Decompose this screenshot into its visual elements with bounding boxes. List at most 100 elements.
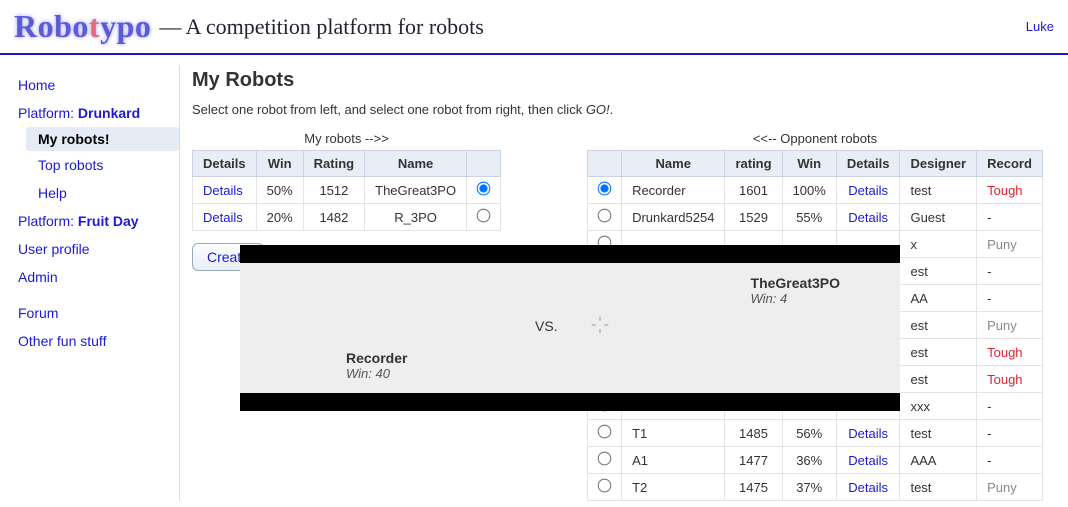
designer-cell: est: [900, 258, 977, 285]
overlay-bottom-bar: [240, 393, 900, 411]
sidebar-user-profile[interactable]: User profile: [18, 235, 179, 263]
sidebar-platform-fruitday[interactable]: Platform: Fruit Day: [18, 207, 179, 235]
overlay-right-win: Win: 4: [751, 291, 840, 306]
opponent-robots-caption: <<-- Opponent robots: [587, 131, 1043, 146]
designer-cell: Guest: [900, 204, 977, 231]
record-cell: -: [977, 258, 1043, 285]
name-cell: Recorder: [622, 177, 725, 204]
win-cell: 36%: [782, 447, 836, 474]
sidebar-my-robots[interactable]: My robots!: [26, 127, 179, 151]
instruction-text: Select one robot from left, and select o…: [192, 102, 586, 117]
col-win: Win: [256, 151, 303, 177]
table-row: T2147537%DetailstestPuny: [588, 474, 1043, 501]
details-link[interactable]: Details: [848, 426, 888, 441]
win-cell: 50%: [256, 177, 303, 204]
record-cell: Tough: [977, 177, 1043, 204]
designer-cell: AAA: [900, 447, 977, 474]
name-cell: R_3PO: [365, 204, 467, 231]
my-robot-radio[interactable]: [477, 182, 491, 196]
sidebar-home[interactable]: Home: [18, 71, 179, 99]
platform-name: Drunkard: [78, 105, 140, 121]
overlay-left-name: Recorder: [346, 350, 407, 366]
opponent-radio[interactable]: [598, 479, 612, 493]
designer-cell: test: [900, 177, 977, 204]
details-link[interactable]: Details: [203, 210, 243, 225]
designer-cell: x: [900, 231, 977, 258]
designer-cell: AA: [900, 285, 977, 312]
overlay-left-win: Win: 40: [346, 366, 407, 381]
details-link[interactable]: Details: [848, 210, 888, 225]
sidebar-help[interactable]: Help: [18, 179, 179, 207]
record-cell: -: [977, 447, 1043, 474]
col-rating: rating: [725, 151, 782, 177]
header: Robotypo — A competition platform for ro…: [0, 0, 1068, 49]
overlay-vs: VS.: [535, 318, 558, 334]
battle-overlay: TheGreat3PO Win: 4 VS. Recorder Win: 40: [240, 245, 900, 411]
rating-cell: 1529: [725, 204, 782, 231]
rating-cell: 1512: [303, 177, 364, 204]
col-name: Name: [622, 151, 725, 177]
sidebar: Home Platform: Drunkard My robots! Top r…: [0, 65, 180, 501]
opponent-radio[interactable]: [598, 182, 612, 196]
record-cell: Tough: [977, 366, 1043, 393]
spinner-icon: [590, 315, 610, 335]
table-row: Details 20%1482R_3PO: [193, 204, 501, 231]
tagline: — A competition platform for robots: [159, 14, 483, 40]
win-cell: 55%: [782, 204, 836, 231]
user-link[interactable]: Luke: [1026, 19, 1054, 34]
col-win: Win: [782, 151, 836, 177]
record-cell: -: [977, 393, 1043, 420]
instructions: Select one robot from left, and select o…: [192, 102, 1058, 117]
my-robots-caption: My robots -->>: [192, 131, 501, 146]
record-cell: -: [977, 285, 1043, 312]
name-cell: A1: [622, 447, 725, 474]
sidebar-top-robots[interactable]: Top robots: [18, 151, 179, 179]
win-cell: 100%: [782, 177, 836, 204]
instruction-go: GO!: [586, 102, 610, 117]
name-cell: TheGreat3PO: [365, 177, 467, 204]
name-cell: T2: [622, 474, 725, 501]
col-name: Name: [365, 151, 467, 177]
table-row: Details 50%1512TheGreat3PO: [193, 177, 501, 204]
logo: Robotypo: [14, 8, 151, 45]
table-row: Drunkard5254152955%DetailsGuest-: [588, 204, 1043, 231]
overlay-right-name: TheGreat3PO: [751, 275, 840, 291]
designer-cell: est: [900, 339, 977, 366]
designer-cell: est: [900, 312, 977, 339]
name-cell: T1: [622, 420, 725, 447]
sidebar-other[interactable]: Other fun stuff: [18, 327, 179, 355]
col-designer: Designer: [900, 151, 977, 177]
details-link[interactable]: Details: [848, 183, 888, 198]
opponent-radio[interactable]: [598, 425, 612, 439]
details-link[interactable]: Details: [848, 480, 888, 495]
table-row: Recorder1601100% Details testTough: [588, 177, 1043, 204]
header-divider: [0, 53, 1068, 55]
table-row: T1148556%Detailstest-: [588, 420, 1043, 447]
designer-cell: test: [900, 474, 977, 501]
designer-cell: xxx: [900, 393, 977, 420]
my-robots-table: Details Win Rating Name Details50%1512Th…: [192, 150, 501, 231]
sidebar-forum[interactable]: Forum: [18, 299, 179, 327]
win-cell: 20%: [256, 204, 303, 231]
col-record: Record: [977, 151, 1043, 177]
win-cell: 37%: [782, 474, 836, 501]
record-cell: Puny: [977, 312, 1043, 339]
rating-cell: 1601: [725, 177, 782, 204]
sidebar-platform-drunkard[interactable]: Platform: Drunkard: [18, 99, 179, 127]
opponent-radio[interactable]: [598, 452, 612, 466]
rating-cell: 1482: [303, 204, 364, 231]
record-cell: Tough: [977, 339, 1043, 366]
record-cell: -: [977, 420, 1043, 447]
details-link[interactable]: Details: [203, 183, 243, 198]
record-cell: -: [977, 204, 1043, 231]
details-link[interactable]: Details: [848, 453, 888, 468]
win-cell: 56%: [782, 420, 836, 447]
rating-cell: 1477: [725, 447, 782, 474]
opponent-radio[interactable]: [598, 209, 612, 223]
sidebar-admin[interactable]: Admin: [18, 263, 179, 291]
designer-cell: est: [900, 366, 977, 393]
col-details: Details: [193, 151, 257, 177]
platform-prefix: Platform:: [18, 105, 78, 121]
my-robot-radio[interactable]: [477, 209, 491, 223]
record-cell: Puny: [977, 474, 1043, 501]
